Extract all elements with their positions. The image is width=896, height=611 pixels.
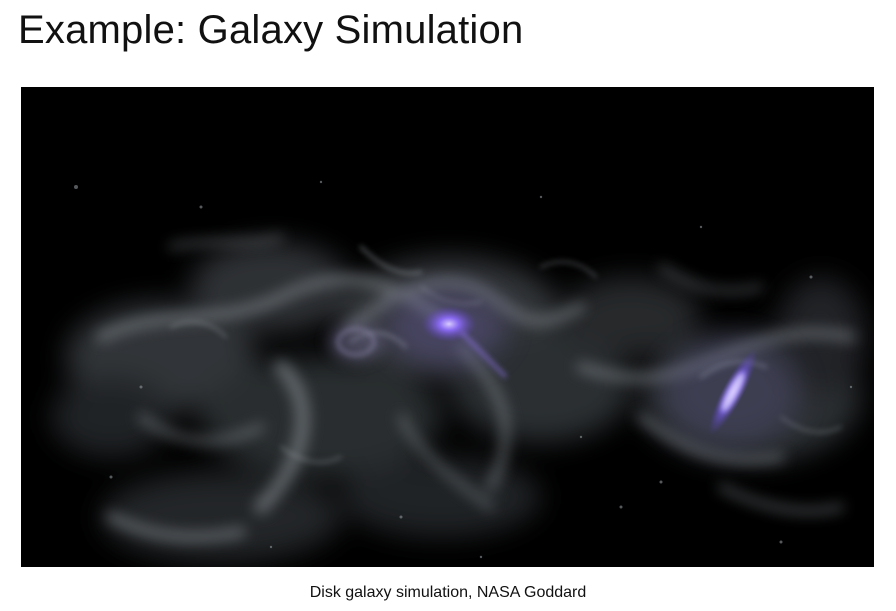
image-caption: Disk galaxy simulation, NASA Goddard bbox=[309, 584, 587, 601]
small-galaxy bbox=[328, 322, 384, 362]
simulation-video[interactable] bbox=[21, 87, 874, 567]
galaxy-simulation-image bbox=[21, 87, 874, 567]
disk-galaxy bbox=[661, 337, 801, 447]
slide-title: Example: Galaxy Simulation bbox=[18, 8, 524, 52]
